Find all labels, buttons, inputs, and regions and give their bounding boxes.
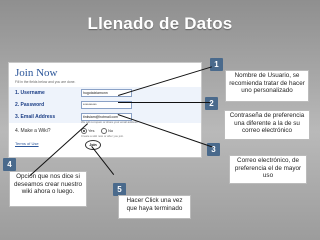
callout-note-username: Nombre de Usuario, se recomienda tratar … bbox=[225, 70, 309, 102]
callout-number-1: 1 bbox=[210, 58, 223, 71]
email-label: 3. Email Address bbox=[15, 114, 56, 120]
callout-note-password: Contraseña de preferencia una diferente … bbox=[224, 110, 310, 140]
email-subhint: We will not spam or share your email add… bbox=[81, 120, 138, 124]
form-header: Join Now bbox=[15, 67, 58, 79]
password-label: 2. Password bbox=[15, 102, 45, 108]
callout-note-join: Hacer Click una vez que haya terminado bbox=[118, 195, 191, 219]
callout-note-wiki: Opción que nos dice si deseamos crear nu… bbox=[9, 171, 87, 207]
join-form-panel: Join Now Fill in the fields below and yo… bbox=[8, 62, 202, 158]
callout-note-email: Correo electrónico, de preferencia el de… bbox=[229, 155, 307, 184]
slide-title: Llenado de Datos bbox=[87, 14, 233, 33]
wiki-question: 4. Make a Wiki? bbox=[15, 128, 51, 134]
form-hint: Fill in the fields below and you are don… bbox=[15, 80, 76, 84]
wiki-hint: Create a wiki now or after you join. bbox=[81, 134, 124, 138]
callout-number-2: 2 bbox=[205, 97, 218, 110]
terms-link[interactable]: Terms of Use bbox=[15, 141, 39, 146]
username-label: 1. Username bbox=[15, 90, 45, 96]
wiki-yes-label: Yes bbox=[88, 128, 95, 133]
connector-line-2 bbox=[118, 102, 210, 103]
wiki-no-label: No bbox=[108, 128, 114, 133]
callout-number-4: 4 bbox=[3, 158, 16, 171]
